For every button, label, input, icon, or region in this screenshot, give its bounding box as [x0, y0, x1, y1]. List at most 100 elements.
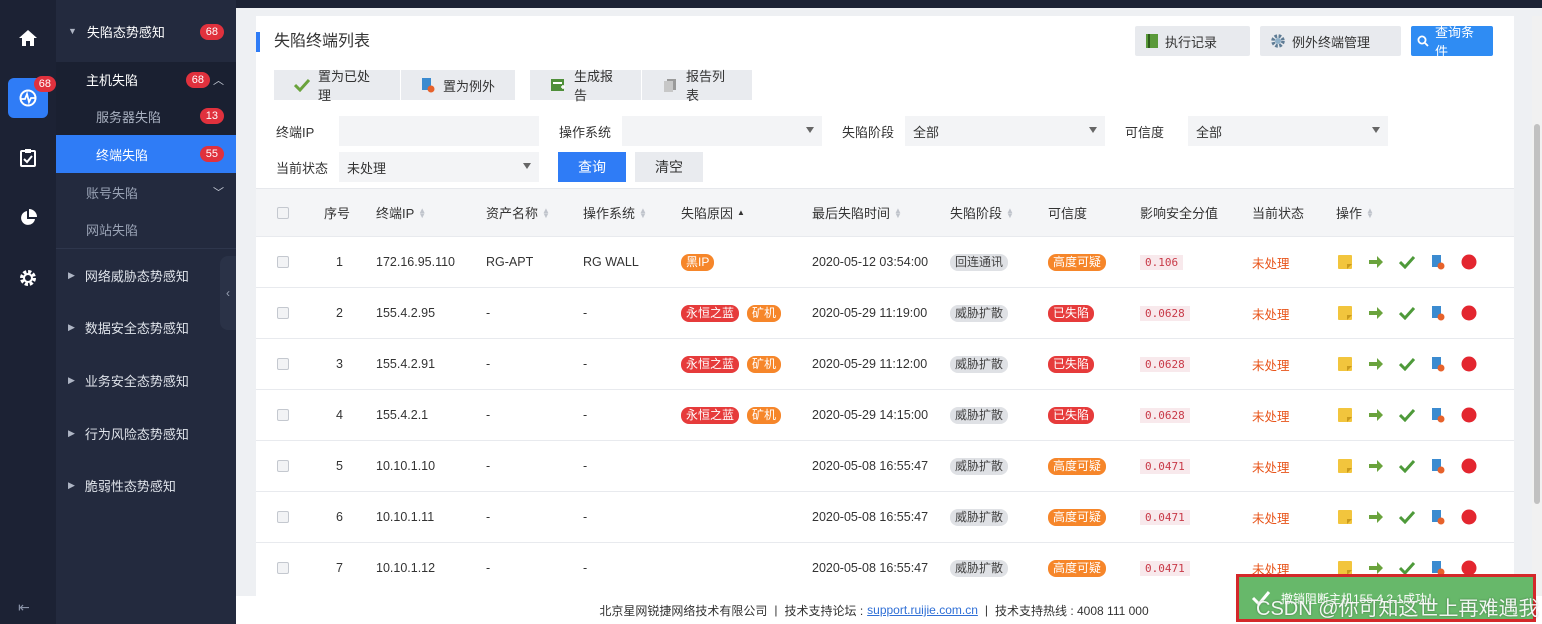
check-icon[interactable]: [1398, 457, 1416, 475]
forward-arrow-icon[interactable]: [1367, 457, 1385, 475]
menu-group-vulnerability[interactable]: ▶ 脆弱性态势感知: [56, 459, 236, 512]
collapse-menu-icon[interactable]: ⇤: [18, 599, 30, 616]
query-button[interactable]: 查询: [558, 152, 626, 182]
note-icon[interactable]: [1336, 304, 1354, 322]
block-icon[interactable]: [1460, 355, 1478, 373]
query-conditions-button[interactable]: 查询条件: [1411, 25, 1493, 59]
table-header: 序号 终端IP ▲ ▼ 资产名称 ▲ ▼ 操作系统 ▲ ▼ 失陷原因 ▲ 最后失陷时间 ▲ ▼ 失…: [256, 188, 1514, 236]
stage-filter-select[interactable]: 全部: [905, 116, 1105, 146]
col-os[interactable]: 操作系统 ▲ ▼: [583, 189, 647, 236]
forward-arrow-icon[interactable]: [1367, 355, 1385, 373]
table-row[interactable]: 4 155.4.2.1 - - 永恒之蓝 矿机 2020-05-29 14:15:00 威胁扩…: [256, 389, 1514, 440]
cell-text: 2020-05-08 16:55:47: [812, 510, 929, 524]
scrollbar-thumb[interactable]: [1534, 124, 1540, 504]
col-label: 可信度: [1048, 206, 1088, 221]
block-icon[interactable]: [1460, 457, 1478, 475]
ip-filter-input[interactable]: [339, 116, 539, 146]
menu-group-data-security[interactable]: ▶ 数据安全态势感知: [56, 301, 236, 354]
menu-group-compromise[interactable]: ▼ 失陷态势感知 68: [56, 0, 236, 62]
cell-text: -: [486, 459, 491, 473]
col-ip[interactable]: 终端IP ▲ ▼: [376, 189, 426, 236]
col-last-time[interactable]: 最后失陷时间 ▲ ▼: [812, 189, 902, 236]
row-checkbox[interactable]: [277, 339, 289, 389]
col-stage[interactable]: 失陷阶段 ▲ ▼: [950, 189, 1014, 236]
check-icon[interactable]: [1398, 508, 1416, 526]
cell-text: -: [583, 357, 588, 371]
cell-text: 10.10.1.10: [376, 459, 436, 473]
status-filter-select[interactable]: 未处理: [339, 152, 539, 182]
table-row[interactable]: 2 155.4.2.95 - - 永恒之蓝 矿机 2020-05-29 11:19:00 威胁…: [256, 287, 1514, 338]
menu-group-network-threat[interactable]: ▶ 网络威胁态势感知: [56, 249, 236, 301]
table-row[interactable]: 1 172.16.95.110 RG-APT RG WALL 黑IP 2020-05-12…: [256, 236, 1514, 287]
gen-report-button[interactable]: 生成报告: [530, 69, 642, 103]
report-list-button[interactable]: 报告列表: [642, 69, 753, 103]
mark-handled-button[interactable]: 置为已处理: [274, 69, 401, 103]
check-icon[interactable]: [1398, 406, 1416, 424]
note-icon[interactable]: [1336, 406, 1354, 424]
block-icon[interactable]: [1460, 406, 1478, 424]
cell-text: 10.10.1.11: [376, 510, 435, 524]
document-exception-icon[interactable]: [1429, 253, 1447, 271]
document-exception-icon[interactable]: [1429, 457, 1447, 475]
col-reason[interactable]: 失陷原因 ▲: [681, 189, 745, 236]
check-icon[interactable]: [1398, 253, 1416, 271]
row-checkbox[interactable]: [277, 441, 289, 491]
document-exception-icon[interactable]: [1429, 355, 1447, 373]
forward-arrow-icon[interactable]: [1367, 304, 1385, 322]
row-checkbox[interactable]: [277, 492, 289, 542]
check-icon[interactable]: [1398, 355, 1416, 373]
os-filter-label: 操作系统: [559, 125, 612, 140]
note-icon[interactable]: [1336, 457, 1354, 475]
os-filter-select[interactable]: [622, 116, 822, 146]
cell-text: 155.4.2.95: [376, 306, 436, 320]
forward-arrow-icon[interactable]: [1367, 508, 1385, 526]
col-label: 序号: [324, 206, 351, 221]
col-asset[interactable]: 资产名称 ▲ ▼: [486, 189, 550, 236]
credibility-filter-select[interactable]: 全部: [1188, 116, 1388, 146]
row-checkbox[interactable]: [277, 390, 289, 440]
vertical-scrollbar[interactable]: [1532, 16, 1542, 596]
exception-mgmt-button[interactable]: 例外终端管理: [1260, 26, 1401, 56]
mark-exception-button[interactable]: 置为例外: [401, 70, 516, 100]
block-icon[interactable]: [1460, 253, 1478, 271]
note-icon[interactable]: [1336, 508, 1354, 526]
clipboard-check-icon[interactable]: [8, 138, 48, 178]
table-row[interactable]: 3 155.4.2.91 - - 永恒之蓝 矿机 2020-05-29 11:12:00 威胁…: [256, 338, 1514, 389]
forward-arrow-icon[interactable]: [1367, 406, 1385, 424]
stage-tag: 威胁扩散: [950, 508, 1009, 526]
exec-record-button[interactable]: 执行记录: [1135, 26, 1250, 56]
menu-item-host-compromise[interactable]: 主机失陷 68 ︿: [56, 62, 236, 97]
menu-item-website-compromise[interactable]: 网站失陷: [56, 211, 236, 249]
forward-arrow-icon[interactable]: [1367, 253, 1385, 271]
clear-button[interactable]: 清空: [635, 152, 703, 182]
cell-text: -: [583, 510, 588, 524]
note-icon[interactable]: [1336, 253, 1354, 271]
note-icon[interactable]: [1336, 355, 1354, 373]
cell-status: 未处理: [1252, 441, 1290, 491]
block-icon[interactable]: [1460, 304, 1478, 322]
menu-item-server-compromise[interactable]: 服务器失陷 13: [56, 97, 236, 135]
situation-monitor-icon[interactable]: 68: [8, 76, 56, 118]
row-checkbox[interactable]: [277, 237, 289, 287]
row-checkbox[interactable]: [277, 543, 289, 593]
menu-group-behavior-risk[interactable]: ▶ 行为风险态势感知: [56, 407, 236, 459]
footer-forum-link[interactable]: support.ruijie.com.cn: [867, 603, 978, 617]
document-exception-icon[interactable]: [1429, 508, 1447, 526]
menu-item-account-compromise[interactable]: 账号失陷 ﹀: [56, 173, 236, 211]
gear-icon[interactable]: [8, 258, 48, 298]
sidebar-toggle-tab[interactable]: ‹: [220, 256, 236, 330]
table-row[interactable]: 5 10.10.1.10 - - 2020-05-08 16:55:47 威胁扩散 高度可疑…: [256, 440, 1514, 491]
row-checkbox[interactable]: [277, 288, 289, 338]
check-icon[interactable]: [1398, 304, 1416, 322]
menu-item-terminal-compromise[interactable]: 终端失陷 55: [56, 135, 236, 173]
block-icon[interactable]: [1460, 508, 1478, 526]
document-exception-icon[interactable]: [1429, 406, 1447, 424]
cell-credibility: 已失陷: [1048, 339, 1102, 389]
pie-chart-icon[interactable]: [8, 198, 48, 238]
select-all-checkbox[interactable]: [277, 189, 289, 236]
col-ops[interactable]: 操作 ▲ ▼: [1336, 189, 1374, 236]
document-exception-icon[interactable]: [1429, 304, 1447, 322]
table-row[interactable]: 6 10.10.1.11 - - 2020-05-08 16:55:47 威胁扩散 高度可疑…: [256, 491, 1514, 542]
home-icon[interactable]: [8, 18, 48, 58]
menu-group-business-security[interactable]: ▶ 业务安全态势感知: [56, 354, 236, 407]
